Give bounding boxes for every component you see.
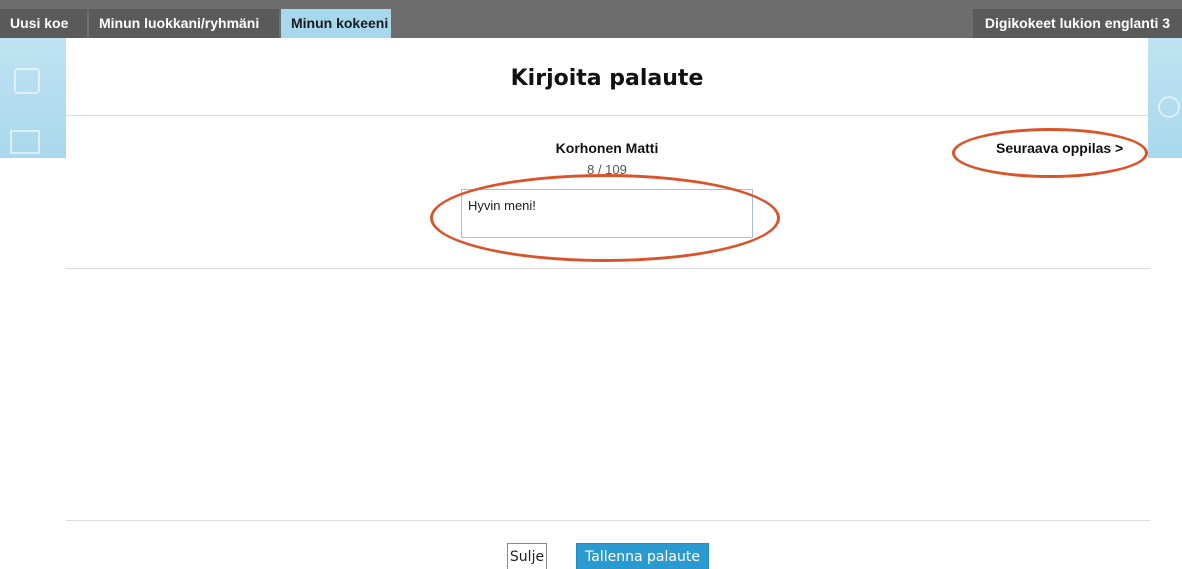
page: Uusi koe Minun luokkani/ryhmäni Minun ko…	[0, 0, 1182, 569]
student-name: Korhonen Matti	[555, 140, 659, 156]
tab-new-exam[interactable]: Uusi koe	[0, 9, 87, 38]
close-button[interactable]: Sulje	[507, 543, 547, 569]
top-nav-bar: Uusi koe Minun luokkani/ryhmäni Minun ko…	[0, 0, 1182, 38]
header-divider	[66, 115, 1148, 116]
tab-my-classes[interactable]: Minun luokkani/ryhmäni	[89, 9, 279, 38]
next-student-link[interactable]: Seuraava oppilas >	[996, 140, 1123, 156]
student-counter: 8 / 109	[587, 162, 627, 177]
feedback-textarea[interactable]: Hyvin meni!	[461, 189, 753, 238]
footer-divider	[66, 520, 1150, 521]
feedback-modal: Kirjoita palaute Korhonen Matti 8 / 109 …	[66, 38, 1150, 569]
background-strip-right	[1148, 38, 1182, 158]
save-feedback-button[interactable]: Tallenna palaute	[576, 543, 709, 569]
content-divider	[66, 268, 1150, 269]
background-strip-left	[0, 38, 66, 158]
course-title[interactable]: Digikokeet lukion englanti 3	[973, 9, 1182, 38]
tab-my-exams[interactable]: Minun kokeeni	[281, 9, 391, 38]
modal-title: Kirjoita palaute	[510, 66, 704, 91]
